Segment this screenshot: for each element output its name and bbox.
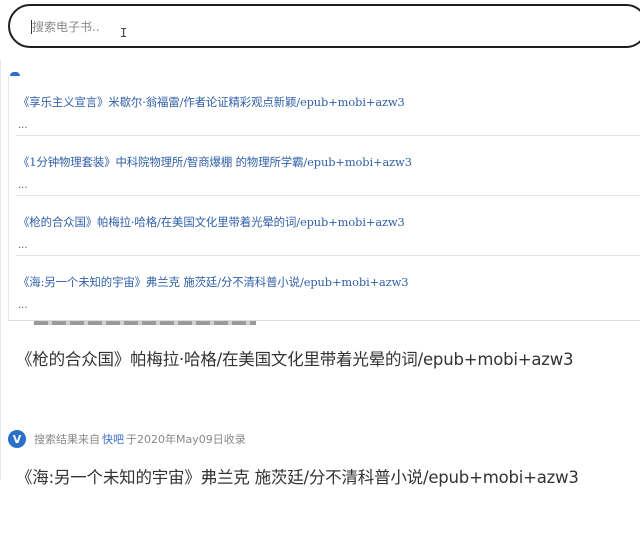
- suggestion-item[interactable]: 《海:另一个未知的宇宙》弗兰克 施茨廷/分不清科普小说/epub+mobi+az…: [8, 256, 640, 316]
- result-title[interactable]: 《海:另一个未知的宇宙》弗兰克 施茨廷/分不清科普小说/epub+mobi+az…: [16, 464, 579, 488]
- search-input[interactable]: [32, 16, 592, 38]
- suggestion-snippet: ...: [18, 300, 28, 311]
- result-title[interactable]: 《枪的合众国》帕梅拉·哈格/在美国文化里带着光晕的词/epub+mobi+azw…: [16, 346, 574, 370]
- suggestion-title[interactable]: 《海:另一个未知的宇宙》弗兰克 施茨廷/分不清科普小说/epub+mobi+az…: [18, 274, 409, 290]
- suggestion-title[interactable]: 《1分钟物理套装》中科院物理所/智商爆棚 的物理所学霸/epub+mobi+az…: [18, 154, 412, 170]
- source-badge-icon: V: [8, 430, 26, 448]
- ibeam-cursor-icon: I: [120, 26, 128, 40]
- result-source-line: V 搜索结果来自 快吧 于2020年May09日收录: [8, 428, 246, 450]
- suggestion-snippet: ...: [18, 240, 28, 251]
- source-prefix: 搜索结果来自: [34, 433, 100, 446]
- suggestion-title[interactable]: 《枪的合众国》帕梅拉·哈格/在美国文化里带着光晕的词/epub+mobi+azw…: [18, 214, 405, 230]
- result-item: 《枪的合众国》帕梅拉·哈格/在美国文化里带着光晕的词/epub+mobi+azw…: [8, 312, 628, 422]
- suggestion-item[interactable]: 《享乐主义宣言》米歇尔·翁福雷/作者论证精彩观点新颖/epub+mobi+azw…: [8, 76, 640, 136]
- page-left-border: [0, 60, 1, 480]
- suggestion-title[interactable]: 《享乐主义宣言》米歇尔·翁福雷/作者论证精彩观点新颖/epub+mobi+azw…: [18, 94, 405, 110]
- result-item: V 搜索结果来自 快吧 于2020年May09日收录 《海:另一个未知的宇宙》弗…: [8, 428, 628, 538]
- text-caret: [31, 20, 32, 34]
- suggestion-item[interactable]: 《枪的合众国》帕梅拉·哈格/在美国文化里带着光晕的词/epub+mobi+azw…: [8, 196, 640, 256]
- search-bar[interactable]: I: [8, 4, 640, 48]
- search-suggestions-dropdown: 《享乐主义宣言》米歇尔·翁福雷/作者论证精彩观点新颖/epub+mobi+azw…: [8, 76, 640, 321]
- suggestion-snippet: ...: [18, 180, 28, 191]
- source-link[interactable]: 快吧: [102, 431, 124, 447]
- source-date: 于2020年May09日收录: [126, 433, 246, 446]
- suggestion-item[interactable]: 《1分钟物理套装》中科院物理所/智商爆棚 的物理所学霸/epub+mobi+az…: [8, 136, 640, 196]
- suggestion-snippet: ...: [18, 120, 28, 131]
